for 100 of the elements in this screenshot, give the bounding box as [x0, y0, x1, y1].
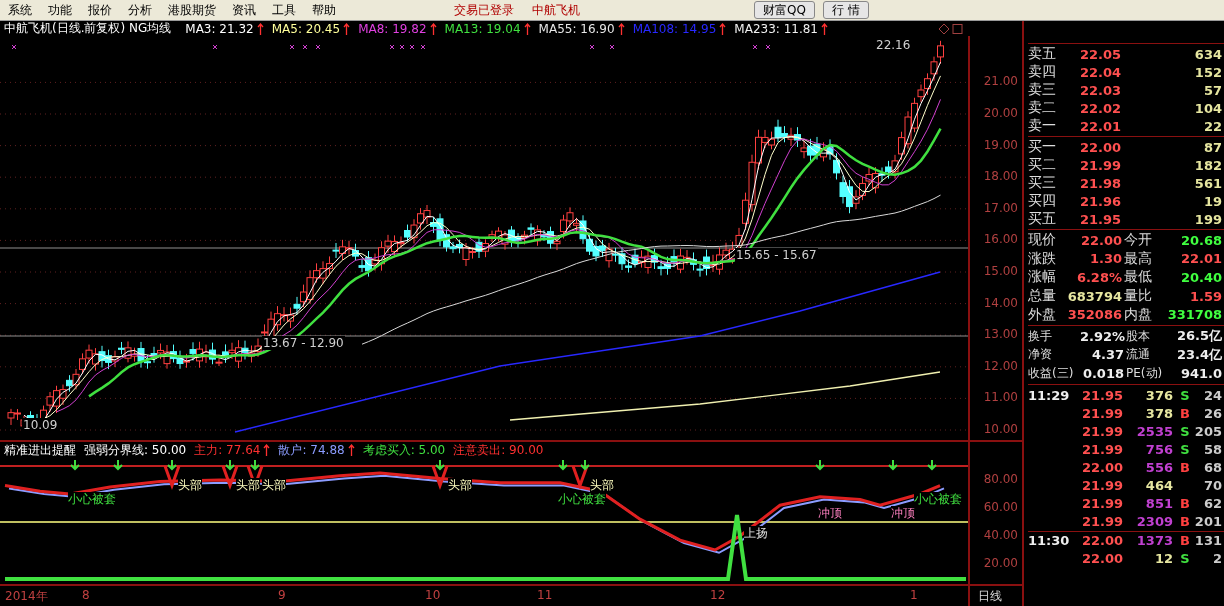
status-text: 中航飞机	[532, 1, 580, 19]
tick-side: B	[1180, 406, 1190, 422]
order-price: 22.05	[1080, 46, 1123, 62]
down-arrow-icon	[558, 459, 568, 471]
signal-label: 头部	[178, 478, 202, 492]
order-volume: 87	[1202, 139, 1223, 155]
order-price: 22.02	[1080, 100, 1123, 116]
finance-label: PE(动)	[1126, 364, 1164, 382]
finance-label: 股本	[1126, 327, 1151, 345]
indicator-value: 注意卖出: 90.00	[453, 441, 544, 459]
menu-item[interactable]: 分析	[120, 1, 160, 19]
tick-side: S	[1180, 442, 1190, 458]
tick-side: B	[1180, 460, 1190, 476]
quote-label: 涨跌	[1028, 249, 1057, 268]
indicator-value: 考虑买入: 5.00	[362, 441, 446, 459]
tick-count: 2	[1211, 551, 1223, 567]
price-annotation: 13.67 - 12.90	[262, 336, 345, 350]
price-axis-label: 19.00	[983, 137, 1018, 152]
diamond-square-icon[interactable]	[938, 22, 964, 35]
menu-item[interactable]: 工具	[264, 1, 304, 19]
tick-side: B	[1180, 514, 1190, 530]
quote-value: 683794	[1066, 288, 1123, 304]
signal-label: 头部	[236, 478, 260, 492]
tick-volume: 2309	[1135, 514, 1174, 530]
down-arrow-icon	[927, 459, 937, 471]
time-axis-label: 12	[710, 588, 726, 602]
cross-marker-icon	[409, 44, 415, 50]
cross-marker-icon	[289, 44, 295, 50]
tick-count: 131	[1194, 533, 1223, 549]
menu-item[interactable]: 资讯	[224, 1, 264, 19]
order-price: 21.95	[1080, 211, 1123, 227]
tick-side: B	[1180, 496, 1190, 512]
menu-item[interactable]: 功能	[40, 1, 80, 19]
price-axis-label: 12.00	[983, 358, 1018, 373]
quote-label: 现价	[1028, 231, 1057, 250]
period-tab[interactable]: 日线	[970, 586, 1010, 606]
tick-price: 21.99	[1082, 442, 1125, 458]
time-axis-label: 2014年	[5, 588, 48, 605]
cross-marker-icon	[302, 44, 308, 50]
order-volume: 152	[1193, 64, 1223, 80]
tick-volume: 1373	[1135, 533, 1174, 549]
toolbar-button[interactable]: 财富QQ	[754, 1, 815, 19]
finance-value: 0.018	[1081, 365, 1125, 381]
tick-price: 21.99	[1082, 424, 1125, 440]
tick-price: 21.99	[1082, 406, 1125, 422]
price-axis-label: 21.00	[983, 74, 1018, 89]
quote-label: 外盘	[1028, 305, 1057, 324]
down-arrow-icon	[888, 459, 898, 471]
tick-volume: 756	[1144, 442, 1174, 458]
quote-value: 352086	[1066, 307, 1123, 323]
tick-volume: 378	[1144, 406, 1174, 422]
cross-marker-icon	[752, 44, 758, 50]
tick-count: 68	[1202, 460, 1223, 476]
down-arrow-icon	[250, 459, 260, 471]
order-level-label: 卖三	[1028, 81, 1057, 99]
tick-volume: 2535	[1135, 424, 1174, 440]
menu-item[interactable]: 港股期货	[160, 1, 224, 19]
order-volume: 634	[1193, 46, 1223, 62]
tick-price: 22.00	[1082, 551, 1125, 567]
down-arrow-icon	[167, 459, 177, 471]
order-level-label: 买三	[1028, 174, 1057, 192]
tick-price: 22.00	[1082, 533, 1125, 549]
menu-item[interactable]: 帮助	[304, 1, 344, 19]
cross-marker-icon	[420, 44, 426, 50]
tick-time: 11:30	[1028, 533, 1070, 549]
order-price: 22.00	[1080, 139, 1123, 155]
menu-item[interactable]: 报价	[80, 1, 120, 19]
time-axis-label: 8	[82, 588, 90, 602]
order-level-label: 买一	[1028, 138, 1057, 156]
tick-side: S	[1180, 424, 1190, 440]
order-level-label: 卖五	[1028, 45, 1057, 63]
quote-value: 6.28%	[1075, 270, 1123, 285]
tick-side: S	[1180, 551, 1190, 567]
signal-label: 头部	[590, 478, 614, 492]
price-axis-label: 15.00	[983, 264, 1018, 278]
toolbar-button[interactable]: 行 情	[822, 1, 869, 19]
cross-marker-icon	[399, 44, 405, 50]
price-axis-label: 10.00	[983, 422, 1018, 436]
time-axis-label: 11	[537, 588, 553, 602]
cross-marker-icon	[315, 44, 321, 50]
v-mark-icon	[571, 465, 589, 491]
quote-label: 内盘	[1124, 305, 1153, 324]
tick-count: 62	[1202, 496, 1223, 512]
menu-item[interactable]: 系统	[0, 1, 40, 19]
tick-count: 24	[1202, 388, 1223, 404]
order-level-label: 卖四	[1028, 63, 1057, 81]
cross-marker-icon	[11, 44, 17, 50]
tick-price: 21.99	[1082, 514, 1125, 530]
tick-side: S	[1180, 388, 1190, 404]
quote-value: 22.00	[1079, 232, 1123, 248]
order-volume: 22	[1202, 118, 1223, 134]
down-arrow-icon	[113, 459, 123, 471]
chart-title: 中航飞机(日线.前复权) NG均线	[4, 20, 172, 37]
tick-volume: 12	[1153, 551, 1174, 567]
tick-volume: 376	[1144, 388, 1174, 404]
tick-count: 70	[1202, 478, 1223, 494]
tick-count: 26	[1202, 406, 1223, 422]
down-arrow-icon	[225, 459, 235, 471]
signal-label: 上扬	[744, 526, 768, 540]
ma-label: MA233: 11.81	[734, 21, 818, 36]
